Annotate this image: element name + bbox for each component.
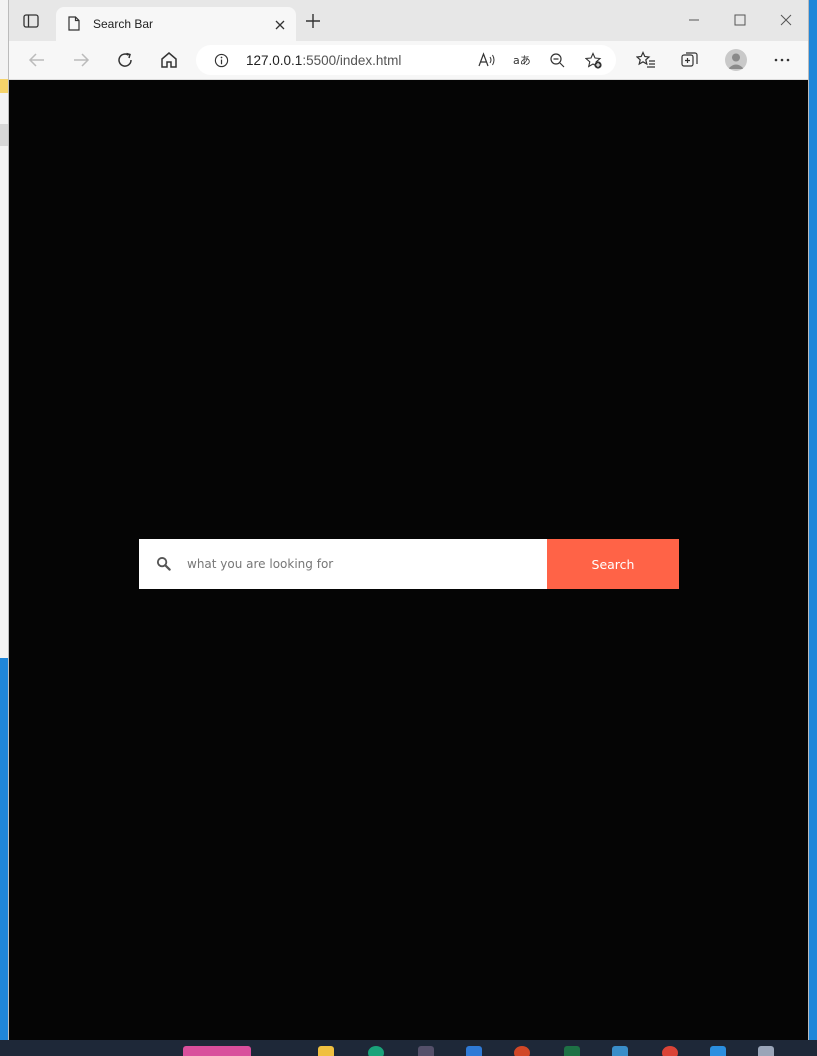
url-path: :5500/index.html bbox=[302, 53, 402, 68]
taskbar-app[interactable] bbox=[318, 1046, 334, 1056]
home-icon[interactable] bbox=[159, 50, 179, 70]
taskbar-app[interactable] bbox=[564, 1046, 580, 1056]
site-info-icon[interactable] bbox=[214, 53, 229, 68]
taskbar-app[interactable] bbox=[368, 1046, 384, 1056]
search-icon bbox=[156, 556, 171, 571]
search-form: Search bbox=[139, 539, 679, 589]
page-icon bbox=[68, 16, 80, 31]
tab-search-bar[interactable]: Search Bar bbox=[56, 7, 296, 41]
close-icon[interactable] bbox=[274, 19, 286, 31]
background-window-strip bbox=[0, 124, 8, 146]
background-window-strip bbox=[0, 79, 8, 93]
taskbar-app[interactable] bbox=[710, 1046, 726, 1056]
translate-icon[interactable]: aあ bbox=[513, 52, 531, 68]
browser-toolbar: 127.0.0.1:5500/index.html aあ bbox=[9, 41, 808, 80]
window-close-icon[interactable] bbox=[780, 14, 792, 26]
new-tab-icon[interactable] bbox=[305, 13, 321, 29]
taskbar-app[interactable] bbox=[418, 1046, 434, 1056]
search-button[interactable]: Search bbox=[547, 539, 679, 589]
minimize-icon[interactable] bbox=[688, 12, 700, 24]
profile-icon bbox=[728, 53, 744, 69]
refresh-icon[interactable] bbox=[115, 50, 135, 70]
maximize-icon[interactable] bbox=[734, 14, 746, 26]
taskbar-app[interactable] bbox=[183, 1046, 251, 1056]
taskbar-app[interactable] bbox=[514, 1046, 530, 1056]
svg-text:aあ: aあ bbox=[513, 54, 531, 67]
page-viewport: Search bbox=[9, 80, 808, 1040]
search-input[interactable] bbox=[187, 539, 527, 589]
tab-title: Search Bar bbox=[93, 17, 154, 31]
search-field bbox=[139, 539, 547, 589]
back-icon[interactable] bbox=[27, 50, 47, 70]
taskbar bbox=[0, 1040, 817, 1056]
address-bar[interactable]: 127.0.0.1:5500/index.html aあ bbox=[196, 45, 616, 75]
read-aloud-icon[interactable] bbox=[478, 52, 496, 68]
browser-window: Search Bar 127.0.0.1:5500/index.html aあ … bbox=[8, 0, 809, 1040]
more-icon[interactable] bbox=[772, 50, 792, 70]
favorites-icon[interactable] bbox=[636, 50, 656, 70]
url-text[interactable]: 127.0.0.1:5500/index.html bbox=[246, 53, 401, 68]
taskbar-app[interactable] bbox=[466, 1046, 482, 1056]
url-host: 127.0.0.1 bbox=[246, 53, 303, 68]
forward-icon[interactable] bbox=[71, 50, 91, 70]
taskbar-app[interactable] bbox=[662, 1046, 678, 1056]
add-favorite-icon[interactable] bbox=[585, 52, 603, 70]
zoom-out-icon[interactable] bbox=[549, 52, 565, 68]
profile-avatar[interactable] bbox=[725, 49, 747, 71]
background-window bbox=[0, 0, 8, 658]
tab-actions-icon[interactable] bbox=[23, 14, 39, 28]
taskbar-app[interactable] bbox=[612, 1046, 628, 1056]
taskbar-app[interactable] bbox=[758, 1046, 774, 1056]
title-bar: Search Bar bbox=[9, 0, 808, 41]
collections-icon[interactable] bbox=[680, 50, 700, 70]
